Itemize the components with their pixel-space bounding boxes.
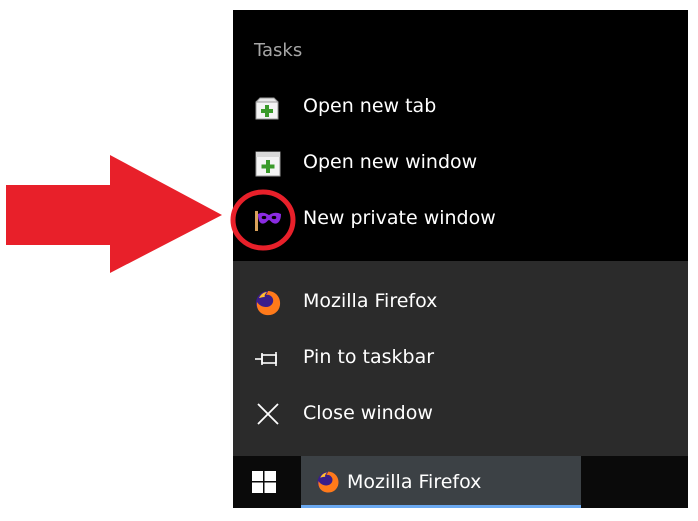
- taskbar: Mozilla Firefox: [233, 456, 688, 508]
- mozilla-firefox-item[interactable]: Mozilla Firefox: [233, 277, 688, 329]
- windows-logo-icon: [252, 471, 276, 493]
- open-new-window-label: Open new window: [303, 151, 478, 173]
- open-new-tab-item[interactable]: Open new tab: [233, 82, 688, 134]
- firefox-icon: [317, 471, 339, 493]
- pinned-actions-section: Mozilla Firefox Pin to taskbar Close win…: [233, 261, 688, 456]
- new-tab-icon: [255, 97, 279, 120]
- tasks-section-title: Tasks: [254, 40, 303, 61]
- pin-to-taskbar-item[interactable]: Pin to taskbar: [233, 333, 688, 385]
- close-icon: [257, 403, 279, 425]
- new-private-window-item[interactable]: New private window: [233, 194, 688, 246]
- start-button[interactable]: [233, 456, 299, 508]
- taskbar-app-label: Mozilla Firefox: [347, 471, 482, 493]
- new-private-window-label: New private window: [303, 207, 496, 229]
- jump-list-menu: Tasks Open new tab Open new window New p…: [233, 10, 688, 456]
- annotation-circle: [230, 189, 296, 251]
- open-new-tab-label: Open new tab: [303, 95, 437, 117]
- active-app-indicator: [301, 505, 581, 508]
- firefox-icon: [256, 291, 281, 316]
- close-window-label: Close window: [303, 402, 433, 424]
- new-window-icon: [255, 151, 281, 177]
- pin-to-taskbar-label: Pin to taskbar: [303, 346, 435, 368]
- taskbar-firefox-button[interactable]: Mozilla Firefox: [301, 456, 581, 508]
- open-new-window-item[interactable]: Open new window: [233, 138, 688, 190]
- mozilla-firefox-label: Mozilla Firefox: [303, 290, 438, 312]
- annotation-arrow: [6, 155, 222, 273]
- tasks-section: Tasks Open new tab Open new window New p…: [233, 10, 688, 261]
- pin-icon: [255, 352, 277, 366]
- close-window-item[interactable]: Close window: [233, 389, 688, 441]
